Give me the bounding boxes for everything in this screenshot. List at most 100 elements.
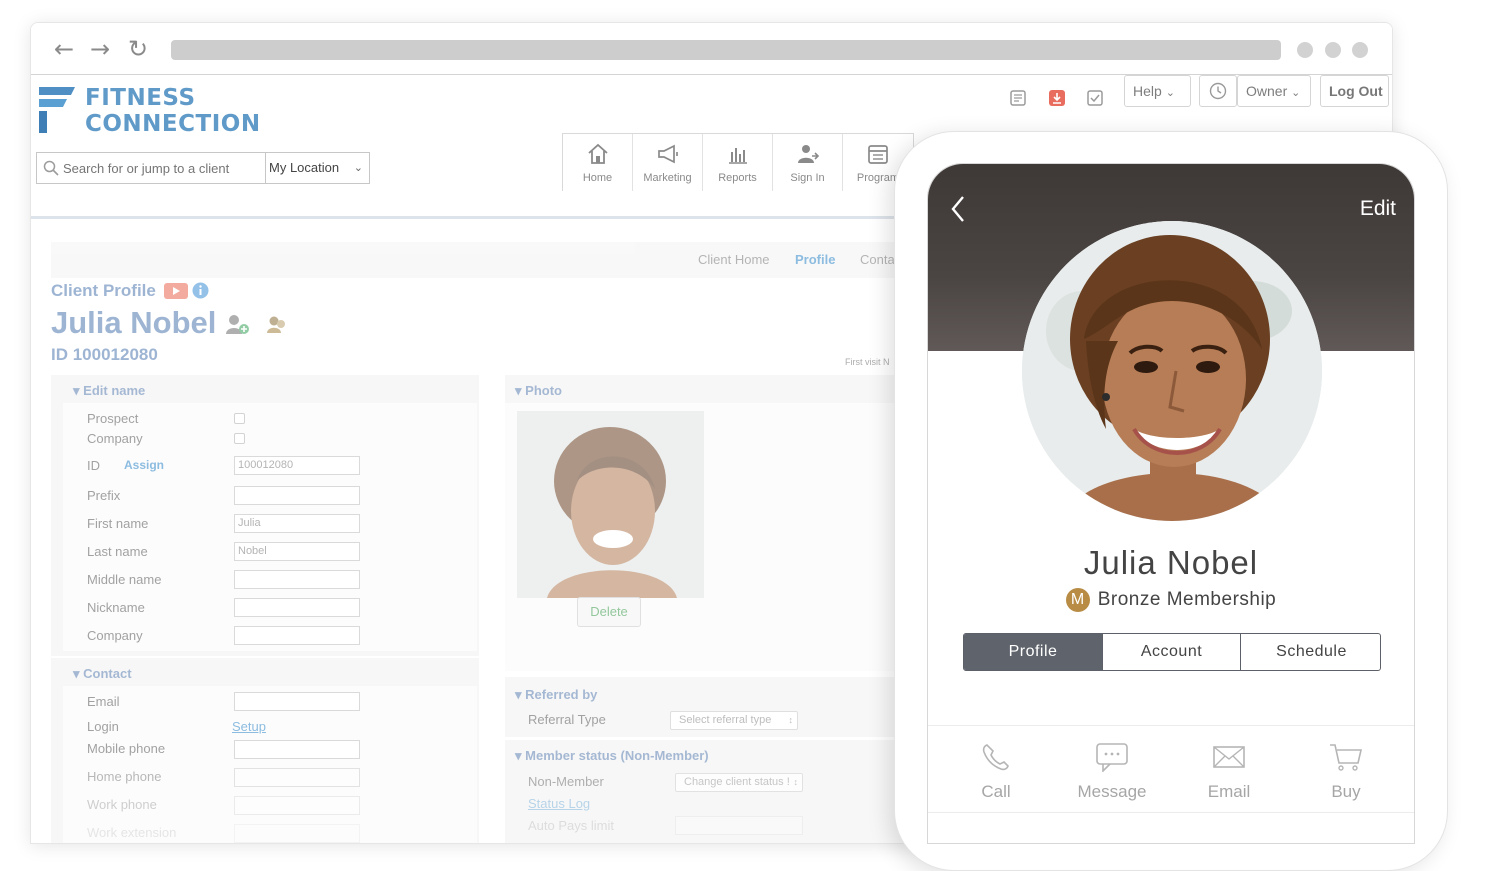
- prefix-field[interactable]: [234, 486, 360, 505]
- call-action[interactable]: Call: [936, 726, 1056, 814]
- client-subtabs: Client Home Profile Conta: [51, 242, 911, 278]
- caret-down-icon: ▾: [515, 383, 522, 398]
- referral-type-select[interactable]: Select referral type ↕: [670, 711, 798, 730]
- inbox-download-icon[interactable]: [1048, 89, 1066, 107]
- setup-link[interactable]: Setup: [232, 719, 266, 734]
- contact-title[interactable]: ▾ Contact: [73, 666, 132, 682]
- prospect-checkbox[interactable]: [234, 413, 245, 424]
- help-button[interactable]: Help ⌄: [1124, 75, 1191, 107]
- prospect-label: Prospect: [87, 411, 139, 426]
- work-extension-field[interactable]: [234, 824, 360, 843]
- member-status-title[interactable]: ▾ Member status (Non-Member): [515, 748, 709, 764]
- nav-item-home[interactable]: Home: [563, 134, 633, 191]
- video-play-icon[interactable]: [163, 283, 188, 299]
- tab-schedule[interactable]: Schedule: [1241, 634, 1380, 670]
- contact-panel: ▾ Contact Email Login Setup Mobile phone…: [51, 658, 479, 843]
- nav-item-marketing[interactable]: Marketing: [633, 134, 703, 191]
- assign-link[interactable]: Assign: [124, 458, 164, 472]
- buy-label: Buy: [1331, 782, 1361, 801]
- member-status-title-text: Member status (Non-Member): [525, 748, 709, 763]
- membership-label: Bronze Membership: [1097, 589, 1277, 610]
- cart-icon: [1330, 744, 1363, 771]
- window-dot: [1325, 42, 1341, 58]
- nickname-field[interactable]: [234, 598, 360, 617]
- caret-down-icon: ▾: [515, 687, 522, 702]
- edit-name-panel: ▾ Edit name Prospect Company ID Assign 1…: [51, 375, 479, 656]
- last-name-field[interactable]: Nobel: [234, 542, 360, 561]
- member-status-panel: ▾ Member status (Non-Member) Non-Member …: [505, 740, 905, 843]
- clock-button[interactable]: [1199, 75, 1237, 107]
- location-select[interactable]: My Location ⌄: [265, 153, 369, 183]
- updown-icon: ↕: [788, 715, 794, 725]
- referred-title[interactable]: ▾ Referred by: [515, 687, 597, 703]
- home-phone-field[interactable]: [234, 768, 360, 787]
- buy-action[interactable]: Buy: [1286, 726, 1406, 814]
- mobile-phone-field[interactable]: [234, 740, 360, 759]
- edit-button[interactable]: Edit: [1360, 197, 1396, 221]
- browser-toolbar: ← → ↻: [31, 23, 1392, 75]
- chevron-down-icon: ⌄: [353, 162, 363, 174]
- updown-icon: ↕: [793, 777, 799, 787]
- status-log-link[interactable]: Status Log: [528, 796, 590, 811]
- phone-screen: Edit Julia Nobel M Bronze Membership Prof…: [927, 163, 1415, 844]
- logout-button[interactable]: Log Out: [1320, 75, 1389, 107]
- change-status-select[interactable]: Change client status ! ↕: [675, 773, 803, 792]
- referral-type-label: Referral Type: [528, 712, 606, 727]
- nav-item-reports[interactable]: Reports: [703, 134, 773, 191]
- id-field[interactable]: 100012080: [234, 456, 360, 475]
- photo-body: Delete: [505, 403, 905, 671]
- message-action[interactable]: Message: [1052, 726, 1172, 814]
- company-field[interactable]: [234, 626, 360, 645]
- referral-select-text: Select referral type: [679, 714, 772, 726]
- company-checkbox[interactable]: [234, 433, 245, 444]
- client-search: My Location ⌄: [36, 152, 370, 184]
- prefix-label: Prefix: [87, 488, 121, 503]
- megaphone-icon: [658, 144, 678, 164]
- change-status-text: Change client status !: [684, 776, 790, 788]
- search-input[interactable]: [63, 153, 263, 183]
- autopays-field[interactable]: [675, 816, 803, 835]
- address-bar[interactable]: [171, 40, 1281, 60]
- user-group-icon[interactable]: [266, 313, 288, 335]
- tab-profile[interactable]: Profile: [795, 252, 835, 267]
- email-action[interactable]: Email: [1169, 726, 1289, 814]
- photo-title[interactable]: ▾ Photo: [515, 383, 562, 399]
- tab-client-home[interactable]: Client Home: [698, 252, 770, 267]
- edit-name-title[interactable]: ▾ Edit name: [73, 383, 145, 399]
- brand-logo[interactable]: FITNESS CONNECTION: [39, 83, 279, 137]
- reload-icon[interactable]: ↻: [125, 36, 151, 62]
- client-profile-label: Client Profile: [51, 281, 156, 300]
- email-field[interactable]: [234, 692, 360, 711]
- first-name-field[interactable]: Julia: [234, 514, 360, 533]
- tab-contact[interactable]: Conta: [860, 252, 895, 267]
- chat-bubble-icon: [1096, 743, 1128, 772]
- back-chevron-icon[interactable]: [948, 194, 968, 224]
- info-icon[interactable]: [192, 282, 209, 299]
- work-phone-field[interactable]: [234, 796, 360, 815]
- client-photo-thumbnail: [517, 411, 704, 598]
- tab-account[interactable]: Account: [1103, 634, 1241, 670]
- back-arrow-icon[interactable]: ←: [51, 36, 77, 62]
- owner-dropdown[interactable]: Owner ⌄: [1237, 75, 1311, 107]
- chevron-down-icon: ⌄: [1165, 87, 1175, 99]
- nav-label: Sign In: [790, 172, 825, 184]
- company-check-label: Company: [87, 431, 143, 446]
- nav-item-sign-in[interactable]: Sign In: [773, 134, 843, 191]
- nav-label: Marketing: [643, 172, 692, 184]
- add-user-icon[interactable]: [225, 313, 249, 335]
- bar-chart-icon: [729, 148, 747, 164]
- middle-name-field[interactable]: [234, 570, 360, 589]
- client-name: Julia Nobel: [51, 305, 288, 341]
- work-phone-label: Work phone: [87, 797, 157, 812]
- login-label: Login: [87, 719, 119, 734]
- message-label: Message: [1077, 782, 1147, 801]
- tab-profile[interactable]: Profile: [964, 634, 1103, 670]
- calendar-icon: [868, 145, 888, 164]
- newspaper-icon[interactable]: [1009, 89, 1027, 107]
- checklist-icon[interactable]: [1086, 89, 1104, 107]
- contact-fields: Email Login Setup Mobile phone Home phon…: [63, 686, 477, 843]
- client-portrait: [1022, 221, 1322, 521]
- forward-arrow-icon[interactable]: →: [87, 36, 113, 62]
- contact-actions: Call Message Email Buy: [928, 725, 1414, 813]
- delete-photo-button[interactable]: Delete: [577, 597, 641, 627]
